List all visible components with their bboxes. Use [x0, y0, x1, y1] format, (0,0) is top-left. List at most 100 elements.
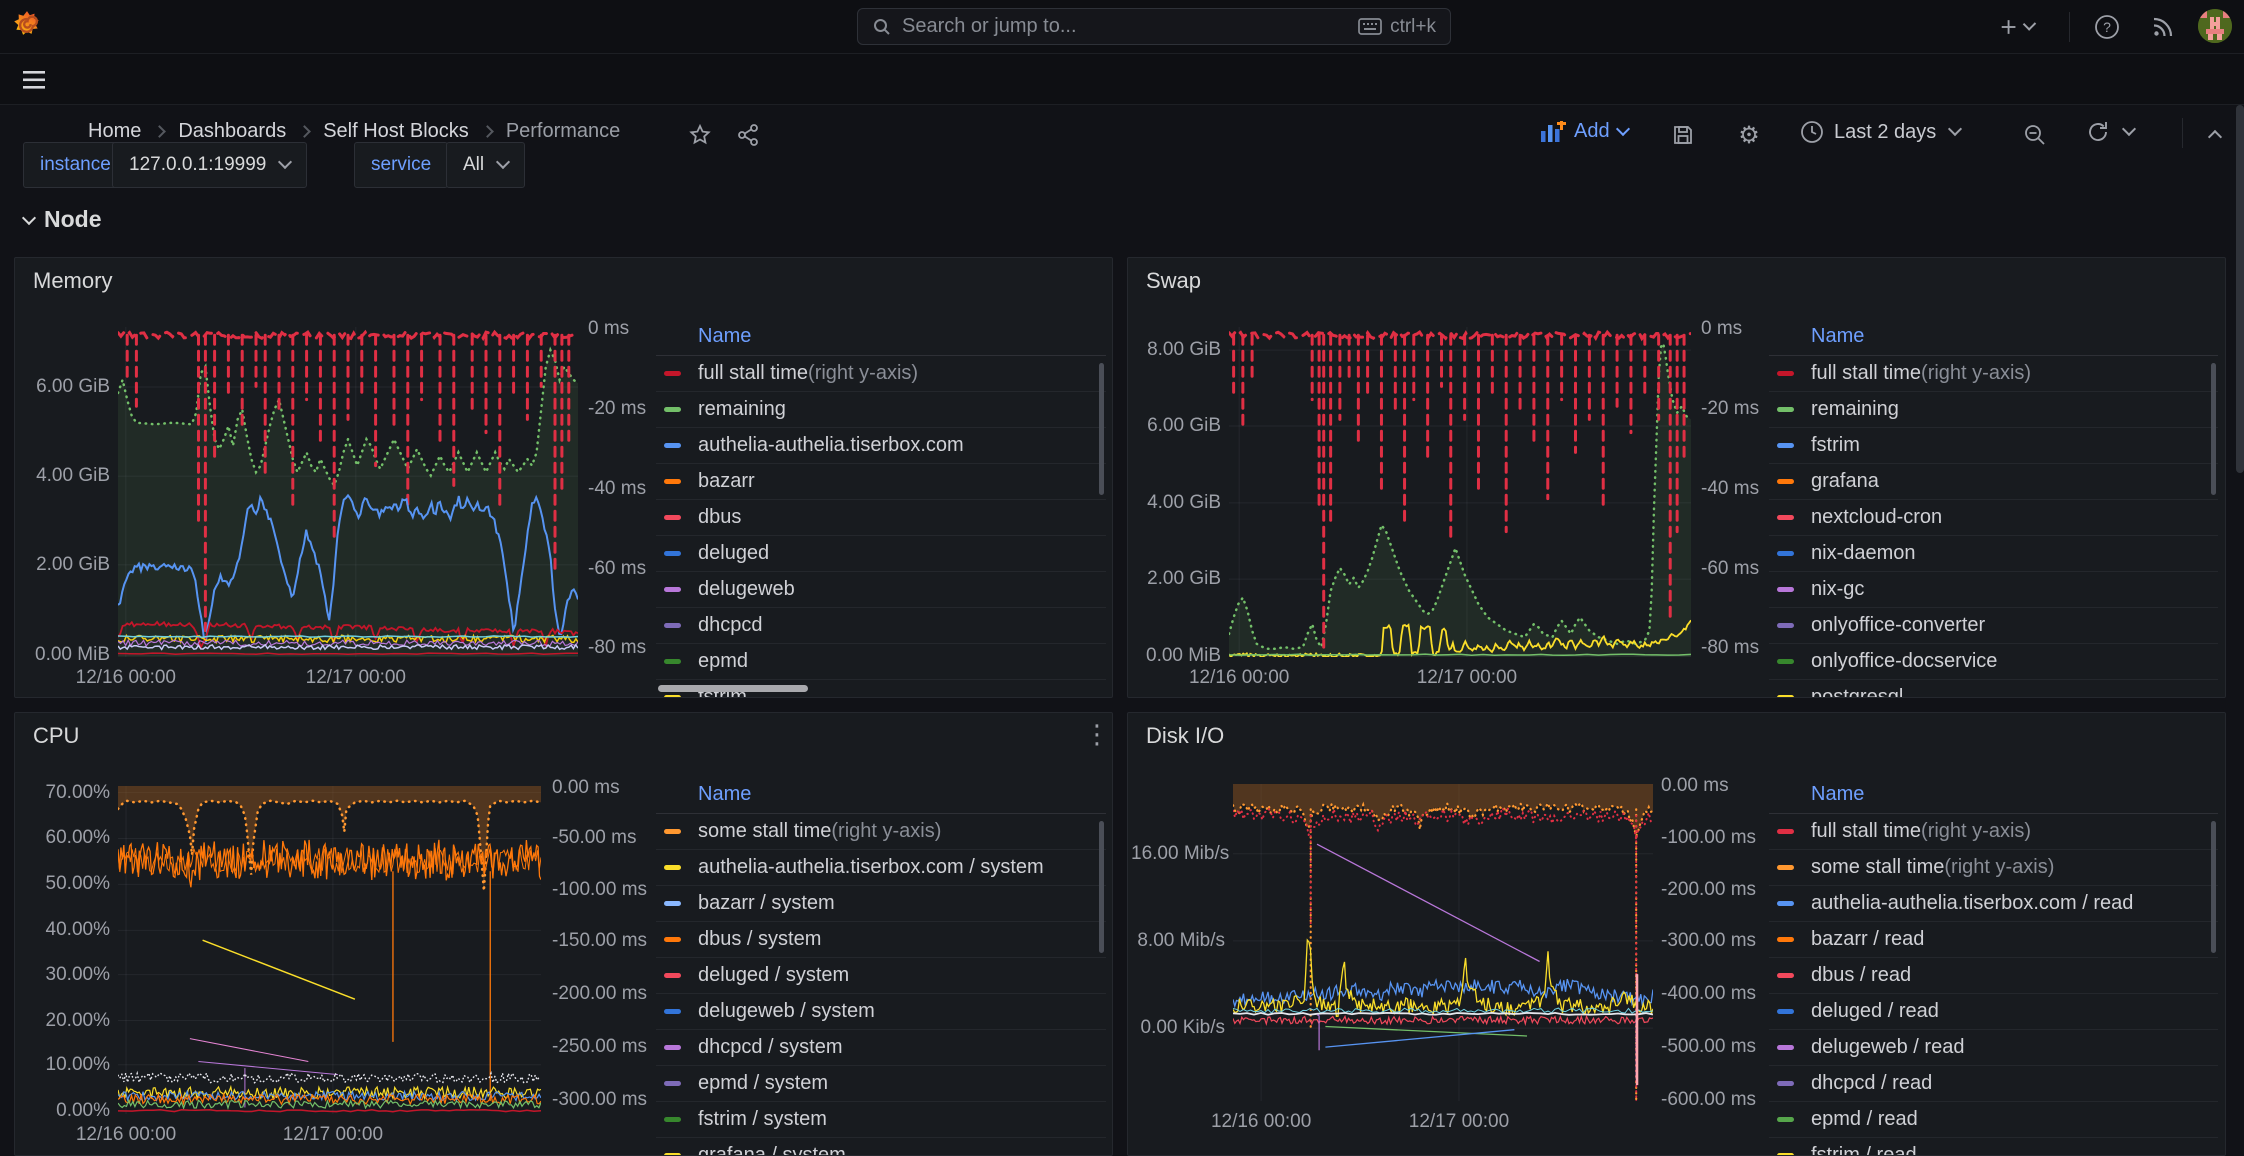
- axis-tick: 60.00%: [16, 827, 110, 849]
- legend-horizontal-scrollbar[interactable]: [658, 685, 808, 692]
- series-label: bazarr / read: [1811, 928, 1924, 951]
- legend-item[interactable]: authelia-authelia.tiserbox.com / system: [656, 850, 1106, 886]
- legend-item[interactable]: delugeweb / system: [656, 994, 1106, 1030]
- panel-title[interactable]: CPU: [33, 723, 79, 749]
- panel-title[interactable]: Disk I/O: [1146, 723, 1224, 749]
- legend-item[interactable]: nix-gc: [1769, 572, 2218, 608]
- help-button[interactable]: ?: [2090, 10, 2124, 44]
- chart-plot-area[interactable]: [1229, 327, 1691, 657]
- legend-item[interactable]: epmd: [656, 644, 1106, 680]
- variable-service-value[interactable]: All: [446, 142, 525, 188]
- svg-text:?: ?: [2103, 19, 2111, 35]
- save-dashboard-button[interactable]: [1668, 120, 1698, 150]
- hamburger-icon: [23, 71, 45, 89]
- save-icon: [1671, 123, 1695, 147]
- new-button[interactable]: [2000, 10, 2034, 44]
- panel-title[interactable]: Memory: [33, 268, 112, 294]
- legend-item[interactable]: full stall time (right y-axis): [1769, 814, 2218, 850]
- chevron-down-icon: [278, 155, 292, 169]
- legend-item[interactable]: remaining: [656, 392, 1106, 428]
- refresh-button[interactable]: [2086, 120, 2134, 144]
- legend-item[interactable]: bazarr / system: [656, 886, 1106, 922]
- legend-item[interactable]: fstrim: [1769, 428, 2218, 464]
- chart-plot-area[interactable]: [118, 327, 578, 657]
- legend-item[interactable]: fstrim / system: [656, 1102, 1106, 1138]
- legend-item[interactable]: dhcpcd / system: [656, 1030, 1106, 1066]
- grafana-logo-icon[interactable]: [10, 9, 44, 43]
- legend-header-name[interactable]: Name: [1769, 319, 2218, 356]
- time-tick: 12/16 00:00: [1211, 1111, 1311, 1133]
- legend-item[interactable]: fstrim / read: [1769, 1138, 2218, 1155]
- row-node[interactable]: Node: [24, 206, 102, 233]
- legend-item[interactable]: full stall time (right y-axis): [656, 356, 1106, 392]
- avatar[interactable]: [2198, 9, 2232, 43]
- breadcrumb-home[interactable]: Home: [88, 120, 141, 143]
- series-label: bazarr: [698, 470, 755, 493]
- legend-header-name[interactable]: Name: [656, 777, 1106, 814]
- legend-item[interactable]: dhcpcd: [656, 608, 1106, 644]
- series-color-pill: [1777, 865, 1794, 870]
- legend-header-name[interactable]: Name: [1769, 777, 2218, 814]
- series-label: epmd / read: [1811, 1108, 1918, 1131]
- legend-item[interactable]: dbus / system: [656, 922, 1106, 958]
- legend-item[interactable]: some stall time (right y-axis): [1769, 850, 2218, 886]
- legend-scrollbar[interactable]: [1099, 363, 1104, 495]
- series-color-pill: [1777, 659, 1794, 664]
- legend-scrollbar[interactable]: [2211, 363, 2216, 495]
- legend-item[interactable]: delugeweb / read: [1769, 1030, 2218, 1066]
- legend-item[interactable]: grafana: [1769, 464, 2218, 500]
- chart-plot-area[interactable]: [1233, 784, 1653, 1101]
- add-button[interactable]: Add: [1540, 120, 1628, 143]
- legend-item[interactable]: dbus / read: [1769, 958, 2218, 994]
- panel-menu-icon[interactable]: ⋮: [1084, 719, 1110, 750]
- legend-scrollbar[interactable]: [2211, 821, 2216, 953]
- legend-item[interactable]: dbus: [656, 500, 1106, 536]
- series-color-pill: [664, 587, 681, 592]
- collapse-toolbar-button[interactable]: [2200, 120, 2230, 150]
- news-button[interactable]: [2146, 10, 2180, 44]
- panel-title[interactable]: Swap: [1146, 268, 1201, 294]
- legend-item[interactable]: deluged / system: [656, 958, 1106, 994]
- series-color-pill: [1777, 443, 1794, 448]
- time-tick: 12/16 00:00: [1189, 667, 1289, 689]
- legend-item[interactable]: remaining: [1769, 392, 2218, 428]
- legend-item[interactable]: dhcpcd / read: [1769, 1066, 2218, 1102]
- legend-scrollbar[interactable]: [1099, 821, 1104, 953]
- page-scrollbar[interactable]: [2236, 105, 2244, 473]
- legend-item[interactable]: onlyoffice-docservice: [1769, 644, 2218, 680]
- legend-item[interactable]: nix-daemon: [1769, 536, 2218, 572]
- legend-item[interactable]: nextcloud-cron: [1769, 500, 2218, 536]
- favorite-button[interactable]: [685, 120, 715, 150]
- legend-item[interactable]: postgresql: [1769, 680, 2218, 697]
- series-label: full stall time: [698, 362, 808, 385]
- legend-item[interactable]: bazarr / read: [1769, 922, 2218, 958]
- share-button[interactable]: [733, 120, 763, 150]
- legend-item[interactable]: delugeweb: [656, 572, 1106, 608]
- legend-item[interactable]: authelia-authelia.tiserbox.com / read: [1769, 886, 2218, 922]
- series-label-suffix: (right y-axis): [1944, 856, 2054, 879]
- chevron-right-icon: [153, 125, 166, 138]
- legend-item[interactable]: authelia-authelia.tiserbox.com: [656, 428, 1106, 464]
- legend-item[interactable]: epmd / read: [1769, 1102, 2218, 1138]
- legend-header-name[interactable]: Name: [656, 319, 1106, 356]
- legend-item[interactable]: deluged / read: [1769, 994, 2218, 1030]
- legend-item[interactable]: bazarr: [656, 464, 1106, 500]
- menu-button[interactable]: [16, 62, 52, 98]
- legend-item[interactable]: full stall time (right y-axis): [1769, 356, 2218, 392]
- time-range-picker[interactable]: Last 2 days: [1800, 120, 1960, 144]
- breadcrumb-folder[interactable]: Self Host Blocks: [323, 120, 469, 143]
- legend-item[interactable]: epmd / system: [656, 1066, 1106, 1102]
- zoom-out-button[interactable]: [2020, 120, 2050, 150]
- legend-item[interactable]: some stall time (right y-axis): [656, 814, 1106, 850]
- search-input[interactable]: Search or jump to... ctrl+k: [857, 8, 1451, 45]
- chevron-right-icon: [298, 125, 311, 138]
- dashboard-settings-button[interactable]: ⚙: [1734, 120, 1764, 150]
- series-color-pill: [664, 973, 681, 978]
- variable-instance-value[interactable]: 127.0.0.1:19999: [112, 142, 307, 188]
- legend-item[interactable]: onlyoffice-converter: [1769, 608, 2218, 644]
- breadcrumb-dashboards[interactable]: Dashboards: [178, 120, 286, 143]
- legend-item[interactable]: grafana / system: [656, 1138, 1106, 1155]
- series-label: grafana: [1811, 470, 1879, 493]
- legend-item[interactable]: deluged: [656, 536, 1106, 572]
- chart-plot-area[interactable]: [118, 786, 541, 1114]
